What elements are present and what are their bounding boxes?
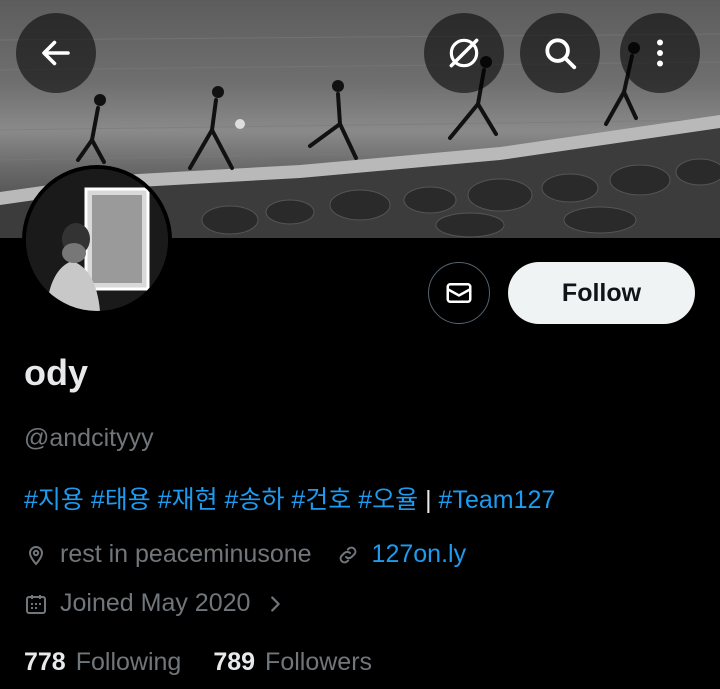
following-label: Following [75,648,182,676]
followers-label: Followers [265,648,373,676]
message-button[interactable] [428,262,490,324]
bio-separator: | [418,486,439,514]
arrow-left-icon [42,40,70,66]
calendar-icon [26,594,46,614]
followers-stat[interactable]: 789 Followers [213,648,372,677]
search-icon [545,38,577,70]
display-name: ody [24,352,89,393]
follow-stats: 778 Following 789 Followers [24,648,372,677]
location-text: rest in peaceminusone [60,540,312,568]
joined-text: Joined May 2020 [60,589,251,617]
chevron-right-icon [271,595,281,612]
follow-button[interactable]: Follow [508,262,695,324]
more-button[interactable] [620,13,700,93]
following-stat[interactable]: 778 Following [24,648,181,677]
followers-count: 789 [213,648,256,676]
bio-team-tag[interactable]: #Team127 [439,486,556,514]
avatar-photo [26,169,168,311]
following-count: 778 [24,648,66,676]
grok-icon [449,38,479,68]
mail-icon [446,283,472,303]
link-icon [339,546,356,563]
search-button[interactable] [520,13,600,93]
profile-meta-location-website: rest in peaceminusone 127on.ly [24,540,466,569]
grok-button[interactable] [424,13,504,93]
user-handle: @andcityyy [24,424,154,452]
joined-row[interactable]: Joined May 2020 [24,589,298,618]
bio: #지용 #태용 #재현 #송하 #건호 #오율 | #Team127 [24,480,555,516]
back-button[interactable] [16,13,96,93]
more-vertical-icon [657,39,663,67]
website-link[interactable]: 127on.ly [372,540,467,569]
bio-hashtags[interactable]: #지용 #태용 #재현 #송하 #건호 #오율 [24,486,418,514]
avatar[interactable] [22,165,172,315]
location-icon [28,545,44,565]
